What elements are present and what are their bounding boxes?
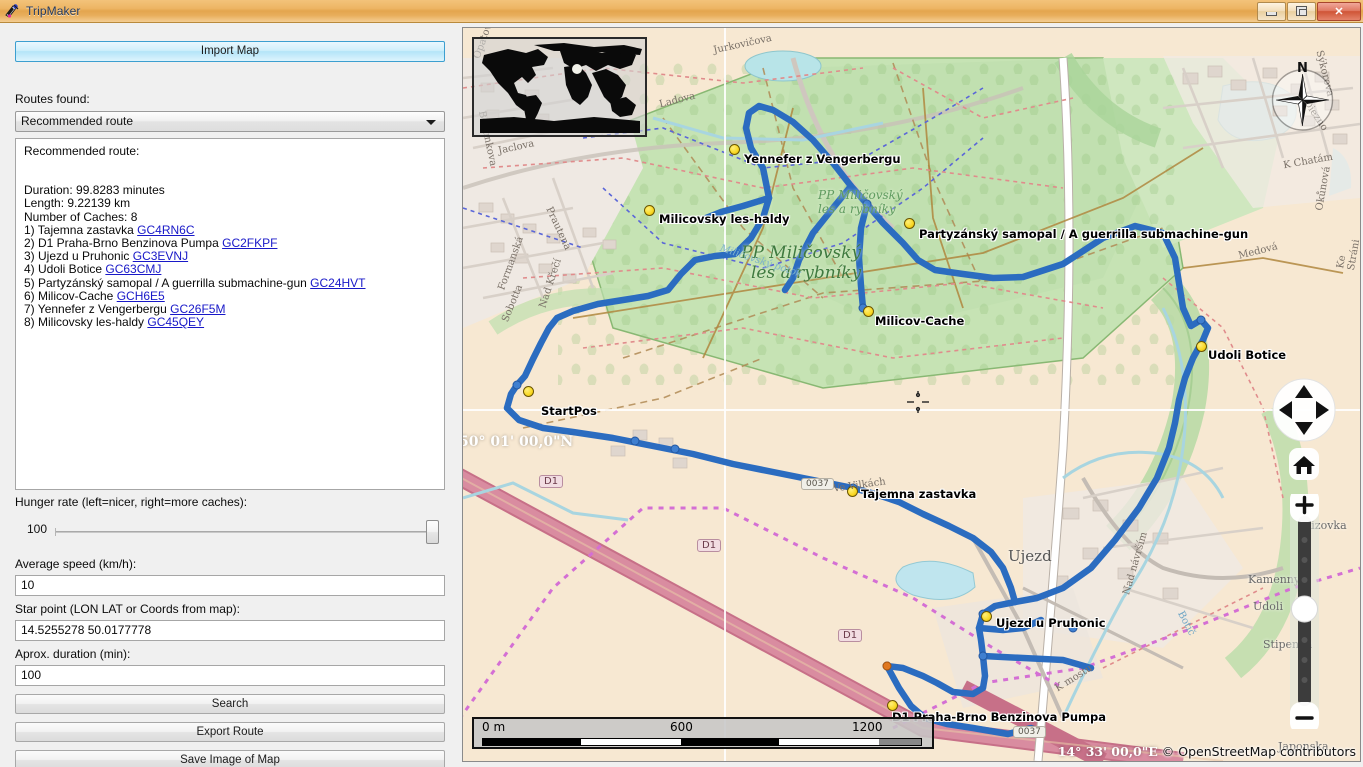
route-cache-code-link[interactable]: GC63CMJ [105, 262, 161, 276]
map-marker[interactable] [904, 218, 915, 229]
route-length: Length: 9.22139 km [24, 196, 131, 211]
scale-bar-graphic [482, 738, 922, 746]
chevron-down-icon [426, 120, 436, 125]
map-marker[interactable] [981, 611, 992, 622]
map-view[interactable]: 50° 01' 00,0"N Yennefer z Vengerbergu Mi… [462, 27, 1361, 762]
route-details-textarea[interactable]: Recommended route: Duration: 99.8283 min… [15, 138, 445, 490]
map-home-button[interactable] [1287, 448, 1321, 482]
scale-tick: 1200 [852, 720, 883, 734]
route-cache-list: 1) Tajemna zastavka GC4RN6C 2) D1 Praha-B… [24, 222, 436, 330]
scale-tick: 600 [670, 720, 693, 734]
route-cache-name: 7) Yennefer z Vengerbergu [24, 302, 171, 317]
search-button[interactable]: Search [15, 694, 445, 714]
map-marker[interactable] [523, 386, 534, 397]
tripmaker-window: TripMaker ✕ Import Map Routes found: Rec… [0, 0, 1363, 767]
route-cache-code-link[interactable]: GC45QEY [147, 315, 204, 329]
approx-duration-input[interactable]: 100 [15, 665, 445, 686]
route-cache-code-link[interactable]: GCH6E5 [117, 289, 165, 303]
route-cache-name: 3) Ujezd u Pruhonic [24, 249, 133, 264]
route-cache-item: 8) Milicovsky les-haldy GC45QEY [24, 316, 436, 329]
route-cache-code-link[interactable]: GC24HVT [310, 276, 365, 290]
approx-duration-label: Aprox. duration (min): [15, 647, 131, 661]
title-bar: TripMaker ✕ [0, 0, 1363, 23]
app-icon [4, 3, 20, 19]
map-marker[interactable] [887, 700, 898, 711]
route-cache-name: 2) D1 Praha-Brno Benzinova Pumpa [24, 236, 223, 251]
import-map-button[interactable]: Import Map [15, 41, 445, 62]
compass-rose[interactable]: N [1265, 58, 1340, 133]
map-marker[interactable] [729, 144, 740, 155]
map-marker[interactable] [847, 486, 858, 497]
map-marker[interactable] [863, 306, 874, 317]
slider-thumb[interactable] [426, 520, 439, 544]
zoom-slider-thumb [1291, 595, 1318, 623]
hunger-rate-label: Hunger rate (left=nicer, right=more cach… [15, 495, 248, 509]
scale-tick: 0 m [482, 720, 506, 734]
map-marker[interactable] [1196, 341, 1207, 352]
route-cache-code-link[interactable]: GC26F5M [170, 302, 225, 316]
slider-track[interactable] [55, 528, 437, 536]
close-button[interactable]: ✕ [1317, 1, 1361, 21]
route-select[interactable]: Recommended route [15, 111, 445, 132]
average-speed-label: Average speed (km/h): [15, 557, 137, 571]
route-cache-name: 1) Tajemna zastavka [24, 222, 138, 237]
route-select-value: Recommended route [21, 114, 134, 128]
route-cache-name: 8) Milicovsky les-haldy [24, 315, 148, 330]
start-point-input[interactable]: 14.5255278 50.0177778 [15, 620, 445, 641]
svg-text:N: N [1297, 61, 1308, 76]
map-crosshair-icon [907, 391, 929, 413]
route-cache-code-link[interactable]: GC3EVNJ [133, 249, 188, 263]
route-cache-name: 4) Udoli Botice [24, 262, 106, 277]
route-cache-name: 5) Partyzánský samopal / A guerrilla sub… [24, 275, 311, 290]
minimize-button[interactable] [1257, 1, 1286, 21]
map-marker[interactable] [644, 205, 655, 216]
start-point-label: Star point (LON LAT or Coords from map): [15, 602, 240, 616]
map-zoom-control[interactable] [1289, 488, 1320, 734]
map-pan-control[interactable] [1272, 378, 1336, 442]
route-cache-code-link[interactable]: GC2FKPF [222, 236, 277, 250]
routes-found-label: Routes found: [15, 92, 90, 106]
hunger-rate-value: 100 [27, 522, 48, 536]
window-buttons: ✕ [1256, 1, 1361, 22]
route-cache-code-link[interactable]: GC4RN6C [137, 223, 194, 237]
world-overview-minimap[interactable] [472, 37, 647, 137]
save-image-button[interactable]: Save Image of Map [15, 750, 445, 767]
window-title: TripMaker [26, 4, 81, 18]
average-speed-input[interactable]: 10 [15, 575, 445, 596]
control-panel: Import Map Routes found: Recommended rou… [0, 23, 460, 767]
export-route-button[interactable]: Export Route [15, 722, 445, 742]
restore-button[interactable] [1287, 1, 1316, 21]
route-details-title: Recommended route: [24, 144, 140, 158]
hunger-rate-slider[interactable]: 100 [15, 518, 445, 544]
route-cache-name: 6) Milicov-Cache [24, 288, 117, 303]
map-scale-bar: 0 m 600 1200 [472, 717, 934, 749]
